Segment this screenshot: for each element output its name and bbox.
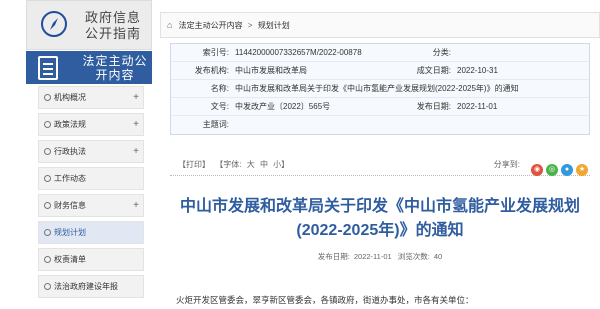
sidebar-item-label: 权责清单 [54,255,86,264]
sidebar-item-work-news[interactable]: 工作动态 [38,167,144,190]
bullet-icon [44,175,51,182]
article-date-value: 2022-11-01 [353,252,392,261]
breadcrumb-current[interactable]: 规划计划 [258,21,290,30]
article-title: 中山市发展和改革局关于印发《中山市氢能产业发展规划(2022-2025年)》的通… [179,198,580,239]
font-medium-button[interactable]: 中 [260,160,268,169]
bullet-icon [44,121,51,128]
document-meta-table: 索引号: 11442000007332657M/2022-00878 分类: 发… [170,43,590,135]
gov-info-guide-link[interactable]: 政府信息公开指南 [26,0,152,50]
sidebar-nav: 机构概况 + 政策法规 + 行政执法 + 工作动态 财务信息 + 规划计划 权责… [38,86,144,302]
index-value: 11442000007332657M/2022-00878 [235,48,362,57]
bullet-icon [44,94,51,101]
qq-share-icon[interactable]: ● [561,164,573,176]
bullet-icon [44,148,51,155]
print-font-controls: 【打印】 【字体: 大 中 小】 [178,154,292,176]
publish-date-label: 发布日期: [416,102,451,111]
breadcrumb-separator: > [247,21,253,30]
font-small-button[interactable]: 小】 [273,160,289,169]
breadcrumb-home-link[interactable]: 法定主动公开内容 [179,21,243,30]
breadcrumb: ⌂ 法定主动公开内容 > 规划计划 [160,12,600,38]
wechat-share-icon[interactable]: ◎ [546,164,558,176]
weibo-share-icon[interactable]: ◉ [531,164,543,176]
print-button[interactable]: 【打印】 [178,160,210,169]
meta-row: 名称: 中山市发展和改革局关于印发《中山市氢能产业发展规划(2022-2025年… [171,80,589,98]
article-body-text: 火炬开发区管委会，翠亨新区管委会，各镇政府，街道办事处，市各有关单位： [176,295,474,305]
article-date-label: 发布日期: [317,252,350,261]
main-content: ⌂ 法定主动公开内容 > 规划计划 索引号: 11442000007332657… [160,12,600,309]
article-views-label: 浏览次数: [397,252,430,261]
publish-date-value: 2022-11-01 [457,102,498,111]
plus-icon: + [133,200,139,211]
compass-icon [41,11,67,37]
document-icon [38,56,58,80]
name-label: 名称: [210,84,229,93]
doc-number-value: 中发改产业〔2022〕565号 [235,102,331,111]
font-size-label: 【字体: [215,160,242,169]
font-large-button[interactable]: 大 [247,160,255,169]
created-date-label: 成文日期: [416,66,451,75]
meta-row: 文号: 中发改产业〔2022〕565号 发布日期: 2022-11-01 [171,98,589,116]
plus-icon: + [133,146,139,157]
plus-icon: + [133,119,139,130]
meta-row: 发布机构: 中山市发展和改革局 成文日期: 2022-10-31 [171,62,589,80]
meta-row: 主题词: [171,116,589,134]
subject-label: 主题词: [202,120,229,129]
category-label: 分类: [432,48,451,57]
sidebar-item-label: 机构概况 [54,93,86,102]
gov-info-guide-title: 政府信息公开指南 [85,10,142,41]
left-sidebar: 政府信息公开指南 法定主动公开内容 机构概况 + 政策法规 + 行政执法 + 工… [26,0,152,309]
meta-row: 索引号: 11442000007332657M/2022-00878 分类: [171,44,589,62]
bullet-icon [44,229,51,236]
name-value: 中山市发展和改革局关于印发《中山市氢能产业发展规划(2022-2025年)》的通… [235,84,519,93]
publisher-value: 中山市发展和改革局 [235,66,307,75]
bullet-icon [44,283,51,290]
share-icons: ◉ ◎ ● ★ [528,158,588,180]
article-info: 发布日期: 2022-11-01 浏览次数: 40 [170,251,590,262]
sidebar-item-policies[interactable]: 政策法规 + [38,113,144,136]
statutory-public-content-header[interactable]: 法定主动公开内容 [26,51,152,84]
sidebar-item-label: 行政执法 [54,147,86,156]
bullet-icon [44,202,51,209]
sidebar-item-label: 政策法规 [54,120,86,129]
article-toolbar: 【打印】 【字体: 大 中 小】 分享到: ◉ ◎ ● ★ [170,154,590,176]
sidebar-item-plans[interactable]: 规划计划 [38,221,144,244]
home-icon: ⌂ [167,20,173,30]
index-label: 索引号: [202,48,229,57]
sidebar-item-rule-of-law-report[interactable]: 法治政府建设年报 [38,275,144,298]
statutory-public-content-title: 法定主动公开内容 [82,54,148,82]
bullet-icon [44,256,51,263]
doc-number-label: 文号: [210,102,229,111]
sidebar-item-label: 工作动态 [54,174,86,183]
article-views-value: 40 [433,252,443,261]
sidebar-item-label: 财务信息 [54,201,86,210]
sidebar-item-label: 法治政府建设年报 [54,282,118,291]
publisher-label: 发布机构: [194,66,229,75]
qzone-share-icon[interactable]: ★ [576,164,588,176]
sidebar-item-finance[interactable]: 财务信息 + [38,194,144,217]
created-date-value: 2022-10-31 [457,66,498,75]
sidebar-item-label: 规划计划 [54,228,86,237]
share-label: 分享到: [493,160,520,169]
sidebar-item-org-overview[interactable]: 机构概况 + [38,86,144,109]
sidebar-item-enforcement[interactable]: 行政执法 + [38,140,144,163]
plus-icon: + [133,92,139,103]
sidebar-item-responsibility-list[interactable]: 权责清单 [38,248,144,271]
